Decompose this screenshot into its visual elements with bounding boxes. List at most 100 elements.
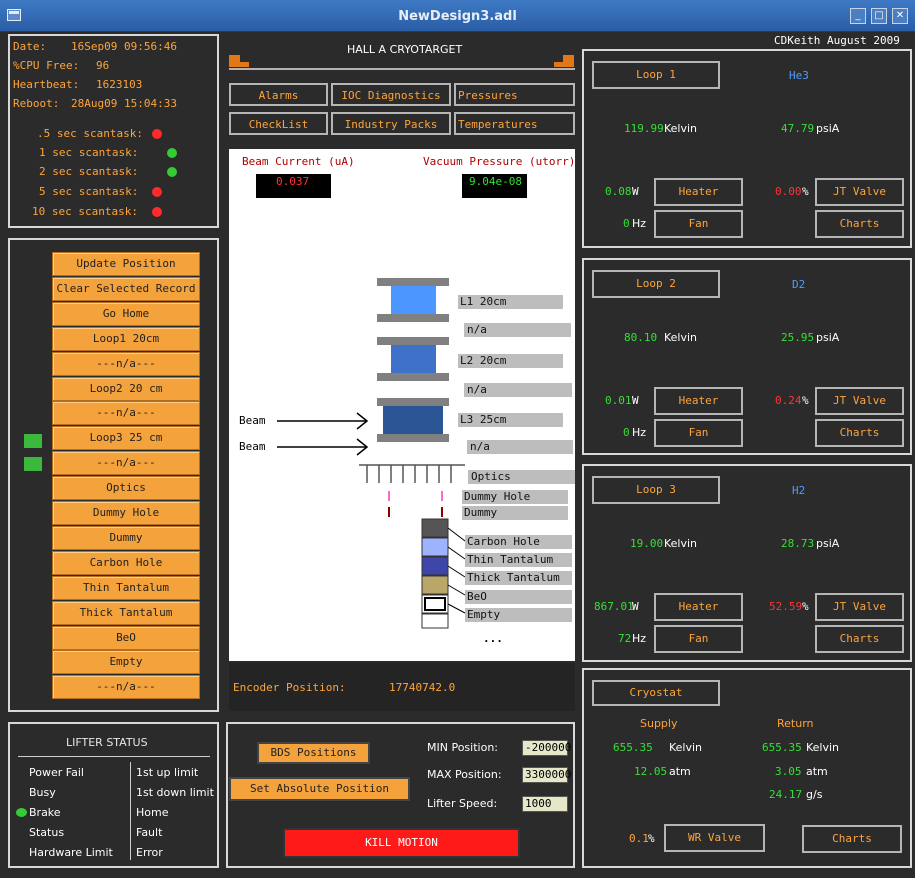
brake-led <box>16 808 27 817</box>
target-label-bar: n/a <box>467 440 573 454</box>
set-absolute-position-button[interactable]: Set Absolute Position <box>229 777 410 801</box>
target-select-button[interactable]: Empty <box>52 650 200 675</box>
psia-unit: psiA <box>816 122 840 135</box>
max-position-field[interactable]: 3300000 <box>522 767 571 783</box>
lifter-status-item: Busy <box>29 786 56 799</box>
scantask-status-led <box>167 148 177 158</box>
heater-unit: W <box>632 394 639 407</box>
lifter-speed-field[interactable]: 1000 <box>522 796 568 812</box>
fan-button[interactable]: Fan <box>654 210 743 238</box>
wr-valve-button[interactable]: WR Valve <box>664 824 765 852</box>
gas-label: D2 <box>792 278 806 291</box>
credit-text: CDKeith August 2009 <box>774 34 900 47</box>
more-targets-ellipsis: ... <box>483 632 503 645</box>
fan-unit: Hz <box>632 632 647 645</box>
target-select-button[interactable]: Dummy Hole <box>52 501 200 525</box>
loop-button[interactable]: Loop 1 <box>592 61 720 89</box>
gas-label: H2 <box>792 484 806 497</box>
window-titlebar[interactable]: NewDesign3.adl _ □ ✕ <box>0 0 915 32</box>
min-position-field[interactable]: -200000 <box>522 740 571 756</box>
heater-button[interactable]: Heater <box>654 387 743 415</box>
scantask-status-led <box>152 207 162 217</box>
scantask-status-led <box>167 167 177 177</box>
charts-button[interactable]: Charts <box>815 419 904 447</box>
lifter-status-item: Hardware Limit <box>29 846 113 859</box>
charts-button[interactable]: Charts <box>815 625 904 653</box>
scantask-label: 2 sec scantask: <box>39 165 139 178</box>
target-select-button[interactable]: Carbon Hole <box>52 550 200 575</box>
atm-unit: atm <box>669 765 691 778</box>
target-select-button[interactable]: Clear Selected Record <box>52 276 200 301</box>
checklist-button[interactable]: CheckList <box>229 112 328 135</box>
target-select-button[interactable]: ---n/a--- <box>52 351 200 376</box>
target-select-button[interactable]: ---n/a--- <box>52 675 200 700</box>
supply-kelvin-value: 655.35 <box>613 741 653 754</box>
heartbeat-label: Heartbeat: <box>13 78 80 91</box>
target-select-button[interactable]: Thick Tantalum <box>52 600 200 625</box>
reboot-label: Reboot: <box>13 97 60 110</box>
indicator-block <box>554 62 563 67</box>
psia-value: 25.95 <box>781 331 815 344</box>
date-value: 16Sep09 09:56:46 <box>71 40 177 53</box>
jt-valve-unit: % <box>802 394 809 407</box>
kelvin-unit: Kelvin <box>806 741 840 754</box>
target-select-button[interactable]: Optics <box>52 476 200 501</box>
loop-button[interactable]: Loop 3 <box>592 476 720 504</box>
alarms-button[interactable]: Alarms <box>229 83 328 106</box>
target-select-button[interactable]: Update Position <box>52 252 200 276</box>
target-label-bar: Dummy Hole <box>462 490 568 504</box>
minimize-icon[interactable]: _ <box>850 8 866 24</box>
lifter-status-item: Fault <box>136 826 163 839</box>
jt-valve-button[interactable]: JT Valve <box>815 593 904 621</box>
loop-button[interactable]: Loop 2 <box>592 270 720 298</box>
lifter-divider <box>130 762 131 860</box>
target-select-button[interactable]: ---n/a--- <box>52 401 200 426</box>
wr-valve-value: 0.1 <box>629 832 649 845</box>
window-title: NewDesign3.adl <box>398 9 517 24</box>
fan-unit: Hz <box>632 217 647 230</box>
target-select-button[interactable]: Loop2 20 cm <box>52 376 200 401</box>
lifter-status-item: Power Fail <box>29 766 84 779</box>
cryostat-charts-button[interactable]: Charts <box>802 825 902 853</box>
kelvin-unit: Kelvin <box>664 122 698 135</box>
target-label-bar: Thin Tantalum <box>465 553 572 567</box>
cpu-value: 96 <box>96 59 110 72</box>
target-select-button[interactable]: Thin Tantalum <box>52 575 200 600</box>
heater-button[interactable]: Heater <box>654 178 743 206</box>
target-select-button[interactable]: Dummy <box>52 525 200 550</box>
cryostat-button[interactable]: Cryostat <box>592 680 720 706</box>
heater-button[interactable]: Heater <box>654 593 743 621</box>
scantask-status-led <box>152 187 162 197</box>
target-select-button[interactable]: BeO <box>52 625 200 650</box>
close-icon[interactable]: ✕ <box>892 8 908 24</box>
target-select-button[interactable]: Loop3 25 cm <box>52 426 200 451</box>
lifter-status-title: LIFTER STATUS <box>66 736 148 749</box>
target-label-bar: Empty <box>465 608 572 622</box>
target-select-button[interactable]: Loop1 20cm <box>52 326 200 351</box>
ioc-diagnostics-button[interactable]: IOC Diagnostics <box>331 83 451 106</box>
charts-button[interactable]: Charts <box>815 210 904 238</box>
fan-button[interactable]: Fan <box>654 625 743 653</box>
atm-unit: atm <box>806 765 828 778</box>
industry-packs-button[interactable]: Industry Packs <box>331 112 451 135</box>
reboot-value: 28Aug09 15:04:33 <box>71 97 177 110</box>
target-select-button[interactable]: Go Home <box>52 301 200 326</box>
supply-label: Supply <box>640 717 678 730</box>
jt-valve-button[interactable]: JT Valve <box>815 387 904 415</box>
maximize-icon[interactable]: □ <box>871 8 887 24</box>
pressures-button[interactable]: Pressures <box>454 83 575 106</box>
jt-valve-value: 0.00 <box>775 185 802 198</box>
fan-button[interactable]: Fan <box>654 419 743 447</box>
gas-label: He3 <box>789 69 809 82</box>
page-title: HALL A CRYOTARGET <box>347 43 463 56</box>
lifter-status-item: Brake <box>29 806 61 819</box>
target-label-bar: Thick Tantalum <box>465 571 572 585</box>
jt-valve-button[interactable]: JT Valve <box>815 178 904 206</box>
lifter-divider <box>18 756 210 757</box>
lifter-speed-label: Lifter Speed: <box>427 797 498 810</box>
kill-motion-button[interactable]: KILL MOTION <box>283 828 520 858</box>
lifter-status-item: Home <box>136 806 169 819</box>
bds-positions-button[interactable]: BDS Positions <box>257 742 370 764</box>
target-select-button[interactable]: ---n/a--- <box>52 451 200 476</box>
temperatures-button[interactable]: Temperatures <box>454 112 575 135</box>
